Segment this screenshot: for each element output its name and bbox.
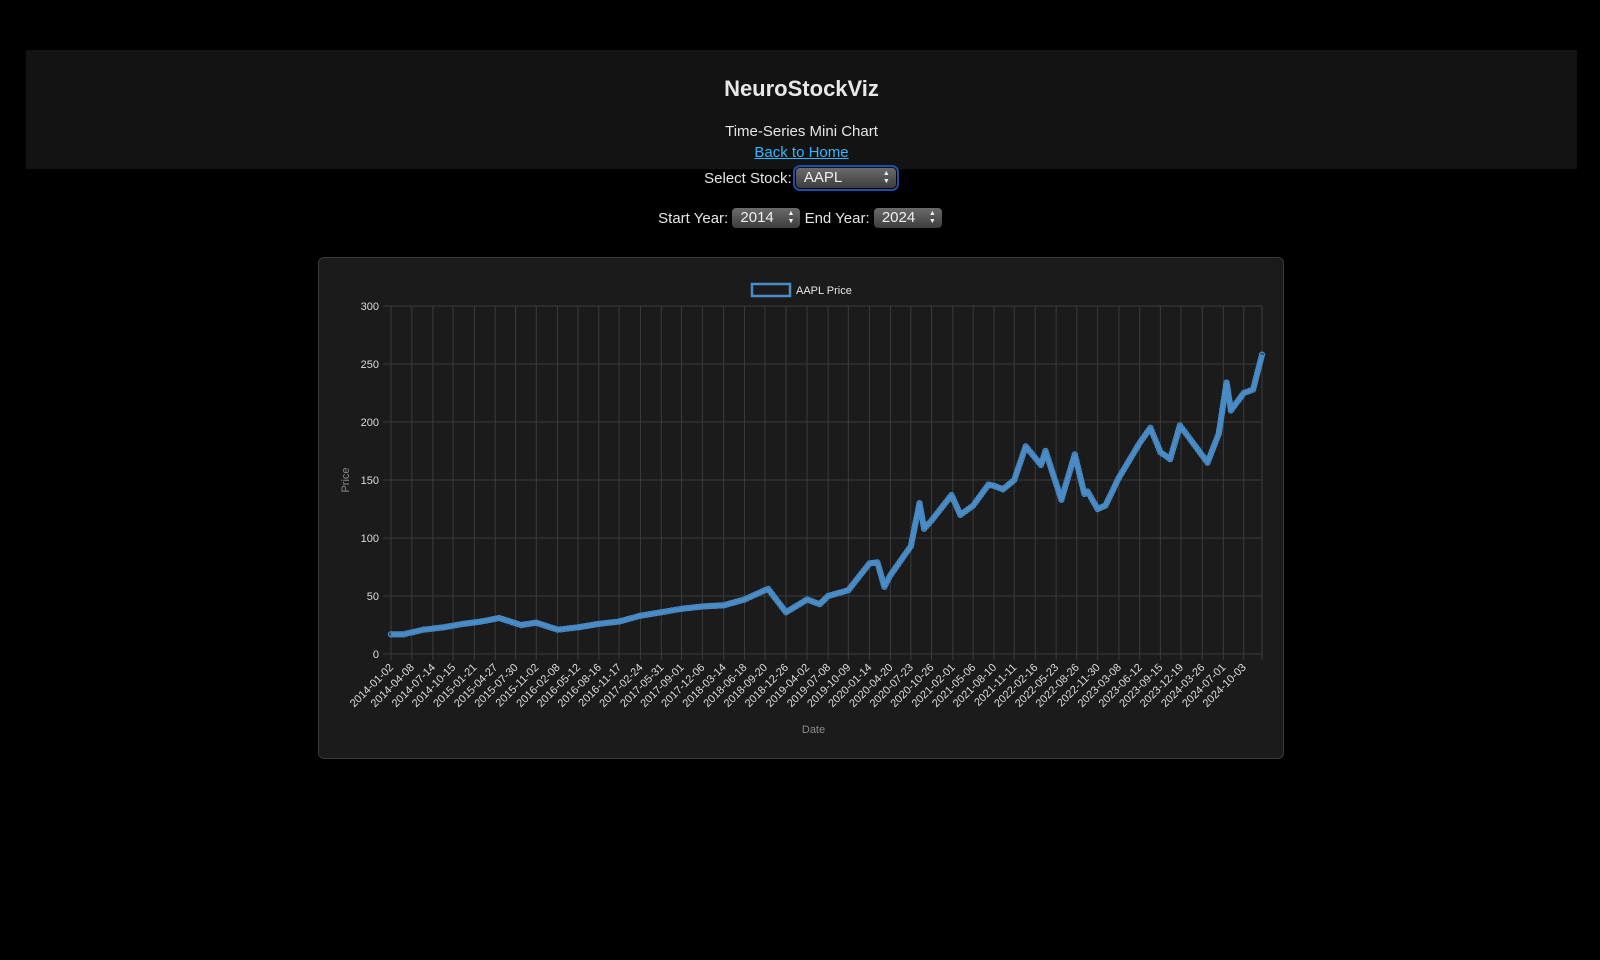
end-year-value: 2024 (881, 209, 916, 226)
end-year-select[interactable]: 2024 ▲ ▼ (873, 208, 942, 228)
stock-select-value: AAPL (803, 169, 843, 186)
end-year-label: End Year: (804, 209, 870, 227)
y-tick-label: 200 (361, 417, 379, 429)
select-arrows-icon: ▲ ▼ (787, 210, 795, 225)
y-tick-label: 150 (361, 475, 379, 487)
series-line-aapl[interactable] (391, 354, 1264, 637)
stock-select[interactable]: AAPL ▲ ▼ (792, 165, 899, 191)
y-tick-label: 100 (361, 533, 379, 545)
home-link-container: Back to Home (26, 144, 1577, 161)
page-header: NeuroStockViz Time-Series Mini Chart Bac… (26, 50, 1577, 169)
legend-swatch[interactable] (750, 282, 792, 298)
x-axis-title: Date (802, 724, 825, 736)
y-axis-title: Price (340, 467, 352, 492)
start-year-label: Start Year: (658, 209, 729, 227)
select-arrows-icon: ▲ ▼ (928, 210, 936, 225)
legend-label[interactable]: AAPL Price (796, 285, 852, 297)
back-to-home-link[interactable]: Back to Home (754, 144, 848, 161)
y-tick-label: 300 (361, 301, 379, 313)
y-tick-label: 50 (367, 591, 379, 603)
year-range-row: Start Year: 2014 ▲ ▼ End Year: 2024 ▲ ▼ (0, 208, 1600, 228)
stock-select-label: Select Stock: (704, 169, 792, 187)
start-year-value: 2014 (740, 209, 774, 226)
select-arrows-icon: ▲ ▼ (882, 170, 890, 185)
stock-selector-row: Select Stock: AAPL ▲ ▼ (0, 165, 1600, 191)
page-subtitle: Time-Series Mini Chart (725, 123, 878, 140)
y-tick-label: 0 (373, 649, 379, 661)
price-line-chart: 0501001502002503002014-01-022014-04-0820… (340, 282, 1266, 736)
page-title: NeuroStockViz (724, 76, 879, 101)
data-point[interactable] (1258, 351, 1266, 358)
y-tick-label: 250 (361, 359, 379, 371)
start-year-select[interactable]: 2014 ▲ ▼ (732, 208, 801, 228)
chart-container: 0 50 100 150 200 250 300 2014-01-02 2014-04-08 20… (318, 257, 1284, 759)
